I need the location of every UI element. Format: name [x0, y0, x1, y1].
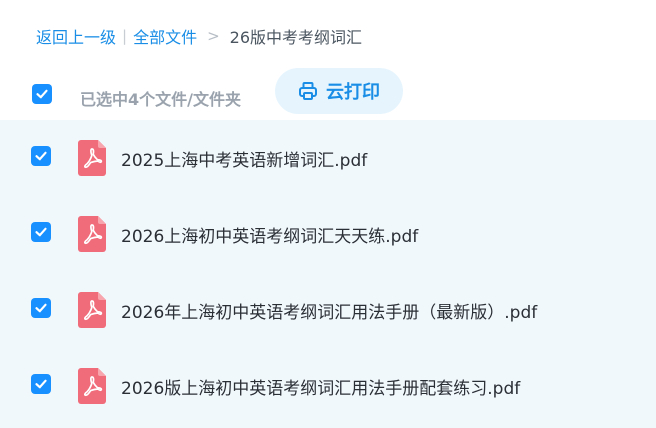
cloud-print-label: 云打印 [326, 82, 380, 103]
printer-icon [298, 81, 318, 101]
file-checkbox[interactable] [31, 146, 51, 166]
file-row[interactable]: 2026上海初中英语考纲词汇天天练.pdf [0, 196, 656, 272]
select-all-checkbox[interactable] [32, 84, 52, 104]
cloud-print-button[interactable]: 云打印 [275, 68, 403, 114]
file-list: 2025上海中考英语新增词汇.pdf 2026上海初中英语考纲词汇天天练.pdf [0, 120, 656, 428]
checkmark-icon [35, 151, 47, 161]
pdf-file-icon [78, 140, 106, 176]
checkmark-icon [35, 303, 47, 313]
checkmark-icon [35, 227, 47, 237]
file-row[interactable]: 2026版上海初中英语考纲词汇用法手册配套练习.pdf [0, 348, 656, 424]
all-files-link[interactable]: 全部文件 [133, 24, 197, 48]
pdf-file-icon [78, 368, 106, 404]
file-browser: 返回上一级 | 全部文件 > 26版中考考纲词汇 已选中4个文件/文件夹 云打印 [0, 0, 656, 428]
file-name: 2025上海中考英语新增词汇.pdf [121, 151, 368, 171]
file-checkbox[interactable] [31, 222, 51, 242]
file-name: 2026上海初中英语考纲词汇天天练.pdf [121, 227, 419, 247]
breadcrumb-divider: | [122, 27, 128, 45]
breadcrumb: 返回上一级 | 全部文件 > 26版中考考纲词汇 [36, 22, 362, 50]
file-name: 2026年上海初中英语考纲词汇用法手册（最新版）.pdf [121, 303, 538, 323]
checkmark-icon [35, 379, 47, 389]
pdf-file-icon [78, 292, 106, 328]
breadcrumb-arrow: > [207, 27, 220, 45]
file-row[interactable]: 2025上海中考英语新增词汇.pdf [0, 120, 656, 196]
file-checkbox[interactable] [31, 374, 51, 394]
selected-count-text: 已选中4个文件/文件夹 [80, 90, 241, 109]
pdf-file-icon [78, 216, 106, 252]
file-row[interactable]: 2026年上海初中英语考纲词汇用法手册（最新版）.pdf [0, 272, 656, 348]
file-checkbox[interactable] [31, 298, 51, 318]
current-folder: 26版中考考纲词汇 [229, 28, 363, 47]
selection-toolbar: 已选中4个文件/文件夹 云打印 [0, 66, 656, 116]
checkmark-icon [36, 89, 48, 99]
file-name: 2026版上海初中英语考纲词汇用法手册配套练习.pdf [121, 379, 521, 399]
back-link[interactable]: 返回上一级 [36, 24, 116, 48]
